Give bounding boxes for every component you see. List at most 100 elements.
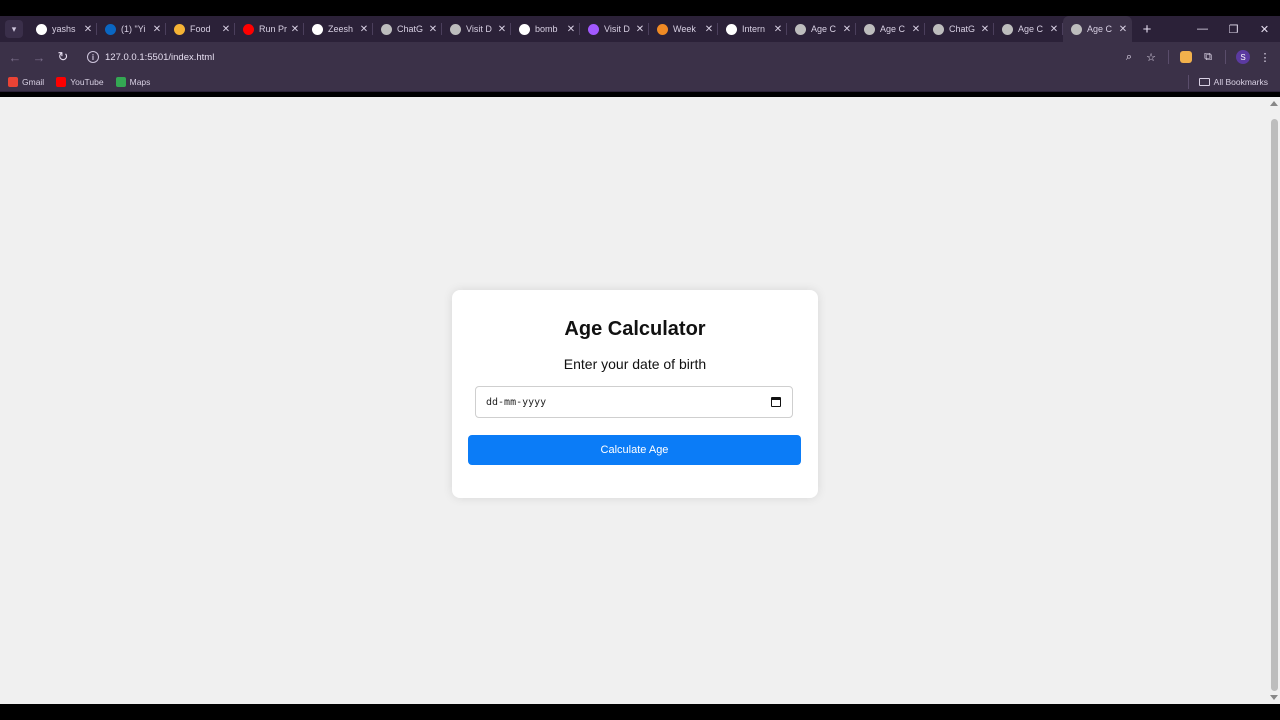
tab-title: Age C (811, 24, 837, 34)
food-site-icon (174, 23, 185, 35)
page-title: Age Calculator (564, 318, 706, 340)
tab-title: Run Pr (259, 24, 287, 34)
restore-icon[interactable]: ❐ (1218, 16, 1249, 42)
date-of-birth-input[interactable]: dd-mm-yyyy (475, 386, 793, 418)
browser-tab[interactable]: Age C ✕ (787, 16, 856, 42)
scroll-down-icon[interactable] (1270, 695, 1278, 700)
extensions-puzzle-icon[interactable]: ⧉ (1197, 46, 1219, 68)
forward-icon[interactable]: → (27, 45, 51, 69)
bookmark-item[interactable]: Gmail (8, 76, 45, 87)
github-icon (312, 23, 323, 35)
calendar-icon[interactable] (771, 397, 781, 407)
bookmark-label: YouTube (70, 76, 104, 87)
folder-icon (1198, 77, 1210, 86)
globe-icon (1002, 23, 1013, 35)
browser-tab[interactable]: Intern ✕ (718, 16, 787, 42)
browser-tab[interactable]: Week ✕ (649, 16, 718, 42)
maps-icon (115, 76, 126, 87)
bookmark-star-icon[interactable]: ☆ (1140, 46, 1162, 68)
tab-close-icon[interactable]: ✕ (428, 24, 438, 35)
a-site-icon (726, 23, 737, 35)
calculate-age-button[interactable]: Calculate Age (468, 435, 801, 465)
extension-icon[interactable] (1175, 46, 1197, 68)
browser-tab[interactable]: Age C ✕ (856, 16, 925, 42)
browser-tab[interactable]: ChatG ✕ (925, 16, 994, 42)
back-icon[interactable]: ← (3, 45, 27, 69)
address-bar[interactable]: i 127.0.0.1:5501/index.html ⌕ ☆ (79, 45, 1162, 69)
tab-close-icon[interactable]: ✕ (773, 24, 783, 35)
browser-tab[interactable]: Visit D ✕ (442, 16, 511, 42)
tab-close-icon[interactable]: ✕ (1049, 24, 1059, 35)
browser-tab[interactable]: Run Pr ✕ (235, 16, 304, 42)
tab-title: bomb (535, 24, 558, 34)
scrollbar[interactable] (1268, 97, 1280, 704)
minimize-icon[interactable]: — (1187, 16, 1218, 42)
globe-icon (864, 23, 875, 35)
browser-tab[interactable]: ChatG ✕ (373, 16, 442, 42)
tab-strip: ▾ yashs ✕ (1) "Yi ✕ Food ✕ Run Pr ✕ Zeesh ✕ ChatG ✕… (0, 16, 1280, 42)
browser-tab[interactable]: Food ✕ (166, 16, 235, 42)
zoom-icon[interactable]: ⌕ (1118, 46, 1140, 68)
tab-close-icon[interactable]: ✕ (359, 24, 369, 35)
tab-search-icon[interactable]: ▾ (5, 20, 23, 38)
linkedin-icon (105, 23, 116, 35)
browser-tab[interactable]: Zeesh ✕ (304, 16, 373, 42)
url-text[interactable]: 127.0.0.1:5501/index.html (105, 52, 214, 63)
youtube-icon (56, 76, 67, 87)
scroll-up-icon[interactable] (1270, 101, 1278, 106)
figma-icon (588, 23, 599, 35)
new-tab-button[interactable]: + (1136, 18, 1158, 40)
chatgpt-icon (381, 23, 392, 35)
gmail-icon (8, 76, 18, 87)
tab-title: Age C (1087, 24, 1113, 34)
browser-tab[interactable]: Visit D ✕ (580, 16, 649, 42)
tab-close-icon[interactable]: ✕ (911, 24, 921, 35)
browser-tab[interactable]: Age C ✕ (994, 16, 1063, 42)
globe-icon (450, 23, 461, 35)
tab-close-icon[interactable]: ✕ (842, 24, 852, 35)
tab-title: (1) "Yi (121, 24, 146, 34)
browser-tab[interactable]: Age C ✕ (1063, 16, 1132, 42)
tab-title: Visit D (604, 24, 630, 34)
tab-title: Zeesh (328, 24, 354, 34)
tab-close-icon[interactable]: ✕ (566, 24, 576, 35)
tab-title: Food (190, 24, 211, 34)
tab-title: Intern (742, 24, 766, 34)
browser-toolbar: ← → ↻ i 127.0.0.1:5501/index.html ⌕ ☆ ⧉ … (0, 42, 1280, 72)
menu-kebab-icon[interactable]: ⋮ (1254, 46, 1276, 68)
tab-list: yashs ✕ (1) "Yi ✕ Food ✕ Run Pr ✕ Zeesh ✕ ChatG ✕ Vi… (28, 16, 1132, 42)
bookmark-item[interactable]: YouTube (56, 76, 104, 87)
tab-title: ChatG (949, 24, 976, 34)
reload-icon[interactable]: ↻ (51, 45, 75, 69)
site-info-icon[interactable]: i (87, 51, 99, 63)
tab-close-icon[interactable]: ✕ (497, 24, 507, 35)
screen-top-bar (0, 0, 1280, 16)
tab-close-icon[interactable]: ✕ (290, 24, 300, 35)
bookmark-label: Gmail (22, 76, 45, 87)
bookmark-item[interactable]: Maps (115, 76, 150, 87)
tab-close-icon[interactable]: ✕ (635, 24, 645, 35)
bookmarks-divider (1187, 74, 1189, 89)
tab-title: yashs (52, 24, 76, 34)
profile-initial: S (1236, 50, 1250, 64)
tab-close-icon[interactable]: ✕ (152, 24, 162, 35)
close-window-icon[interactable]: ✕ (1249, 16, 1280, 42)
tab-close-icon[interactable]: ✕ (980, 24, 990, 35)
window-controls: — ❐ ✕ (1187, 16, 1280, 42)
tab-close-icon[interactable]: ✕ (83, 24, 93, 35)
google-icon (519, 23, 530, 35)
tab-title: ChatG (397, 24, 424, 34)
github-icon (36, 23, 47, 35)
page-viewport: Age Calculator Enter your date of birth … (0, 97, 1280, 704)
all-bookmarks-button[interactable]: All Bookmarks (1182, 74, 1268, 89)
tab-close-icon[interactable]: ✕ (1118, 24, 1128, 35)
profile-avatar[interactable]: S (1232, 46, 1254, 68)
tab-close-icon[interactable]: ✕ (704, 24, 714, 35)
browser-tab[interactable]: bomb ✕ (511, 16, 580, 42)
tab-close-icon[interactable]: ✕ (221, 24, 231, 35)
bookmarks-bar: Gmail YouTube Maps All Bookmarks (0, 72, 1280, 92)
tab-title: Week (673, 24, 696, 34)
scroll-thumb[interactable] (1271, 119, 1278, 691)
browser-tab[interactable]: yashs ✕ (28, 16, 97, 42)
browser-tab[interactable]: (1) "Yi ✕ (97, 16, 166, 42)
